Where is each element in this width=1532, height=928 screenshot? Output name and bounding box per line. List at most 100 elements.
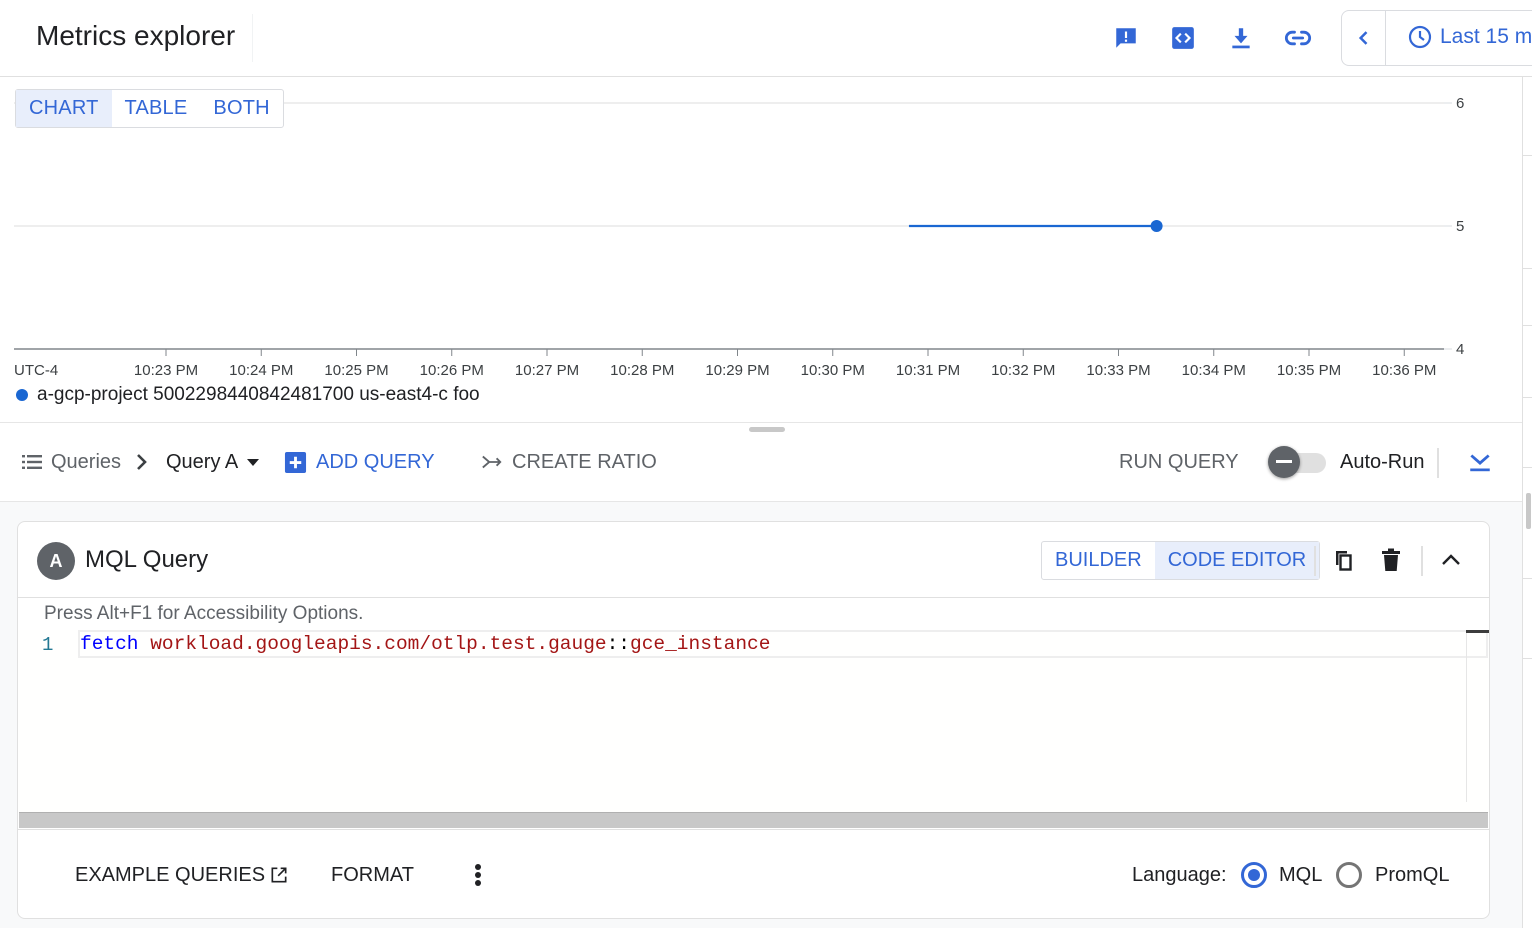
- strip-divider: [1522, 658, 1532, 659]
- x-tick-label: 10:30 PM: [801, 362, 865, 379]
- x-tick-label: 10:27 PM: [515, 362, 579, 379]
- query-toolbar: Queries Query A ADD QUERY CREATE RATIO R…: [0, 422, 1522, 502]
- tab-both[interactable]: BOTH: [200, 90, 282, 127]
- y-tick-label: 5: [1456, 218, 1464, 235]
- create-ratio-label: CREATE RATIO: [512, 450, 657, 473]
- strip-divider: [1522, 397, 1532, 398]
- accessibility-hint: Press Alt+F1 for Accessibility Options.: [44, 603, 364, 624]
- collapse-editor-button[interactable]: [1467, 423, 1493, 501]
- list-icon: [22, 455, 42, 469]
- x-tick-label: 10:33 PM: [1086, 362, 1150, 379]
- language-option-promql[interactable]: PromQL: [1336, 830, 1450, 918]
- code-separator: ::: [606, 633, 630, 655]
- code-editor-tab[interactable]: CODE EDITOR: [1154, 542, 1320, 579]
- radio-unselected-icon[interactable]: [1336, 862, 1362, 888]
- title-divider: [252, 14, 253, 62]
- code-line[interactable]: fetch workload.googleapis.com/otlp.test.…: [80, 633, 770, 655]
- breadcrumb-chevron-icon: [134, 423, 150, 501]
- builder-tab[interactable]: BUILDER: [1042, 542, 1155, 579]
- query-card-header: A MQL Query BUILDER CODE EDITOR: [18, 522, 1489, 598]
- add-query-button[interactable]: ADD QUERY: [284, 423, 435, 501]
- example-queries-link[interactable]: EXAMPLE QUERIES: [75, 830, 289, 918]
- line-number: 1: [42, 634, 54, 656]
- header-divider: [1421, 546, 1423, 576]
- header-divider: [1314, 546, 1316, 576]
- strip-divider: [1522, 325, 1532, 326]
- y-tick-label: 4: [1456, 341, 1464, 358]
- copy-query-button[interactable]: [1328, 544, 1360, 576]
- feedback-icon[interactable]: [1112, 24, 1140, 52]
- time-range-selector[interactable]: Last 15 m: [1341, 10, 1532, 66]
- chart-legend: a-gcp-project 5002298440842481700 us-eas…: [16, 384, 480, 406]
- query-card-title: MQL Query: [85, 546, 209, 573]
- run-query-button[interactable]: RUN QUERY: [1119, 423, 1239, 501]
- y-tick-label: 6: [1456, 95, 1464, 112]
- radio-selected-icon[interactable]: [1241, 862, 1267, 888]
- add-box-icon: [284, 451, 307, 473]
- x-tick-label: 10:35 PM: [1277, 362, 1341, 379]
- time-back-button[interactable]: [1342, 11, 1386, 65]
- page-scrollbar-thumb[interactable]: [1526, 493, 1531, 529]
- auto-run-toggle[interactable]: [1268, 446, 1326, 478]
- language-option-mql[interactable]: MQL: [1241, 830, 1323, 918]
- copy-icon: [1336, 551, 1352, 571]
- toggle-thumb: [1268, 446, 1300, 478]
- editor-overview-marker: [1466, 630, 1489, 633]
- collapse-card-button[interactable]: [1435, 544, 1467, 576]
- auto-run-label: Auto-Run: [1340, 450, 1425, 473]
- chevron-left-icon: [1358, 31, 1367, 45]
- chevron-down-bar-icon: [1470, 454, 1490, 472]
- queries-label: Queries: [51, 450, 122, 473]
- x-tick-label: 10:29 PM: [705, 362, 769, 379]
- add-query-label: ADD QUERY: [316, 450, 435, 473]
- time-range-label: Last 15 m: [1440, 25, 1532, 48]
- strip-divider: [1522, 268, 1532, 269]
- promql-label: PromQL: [1375, 863, 1450, 886]
- x-tick-label: 10:32 PM: [991, 362, 1055, 379]
- query-card-footer: EXAMPLE QUERIES FORMAT Language: MQL Pro…: [18, 829, 1489, 918]
- tab-table[interactable]: TABLE: [112, 90, 201, 127]
- x-tick-label: 10:26 PM: [420, 362, 484, 379]
- merge-arrow-icon: [482, 455, 502, 469]
- code-icon[interactable]: [1169, 24, 1197, 52]
- x-tick-label: 10:36 PM: [1372, 362, 1436, 379]
- clock-icon: [1408, 25, 1432, 49]
- more-options-button[interactable]: [470, 830, 486, 918]
- create-ratio-button[interactable]: CREATE RATIO: [481, 423, 657, 501]
- editor-mode-toggle: BUILDER CODE EDITOR: [1041, 541, 1321, 580]
- download-icon[interactable]: [1227, 24, 1255, 52]
- format-button[interactable]: FORMAT: [331, 830, 414, 918]
- chevron-up-icon: [1442, 554, 1460, 565]
- language-label: Language:: [1132, 863, 1227, 886]
- x-tick-label: 10:23 PM: [134, 362, 198, 379]
- resize-drag-handle[interactable]: [749, 427, 785, 432]
- strip-divider: [1522, 155, 1532, 156]
- code-editor[interactable]: 1 fetch workload.googleapis.com/otlp.tes…: [18, 630, 1489, 814]
- query-card: A MQL Query BUILDER CODE EDITOR Press Al…: [17, 521, 1490, 919]
- x-tick-label: 10:34 PM: [1182, 362, 1246, 379]
- minus-icon: [1276, 460, 1292, 463]
- caret-down-icon: [247, 459, 260, 466]
- query-selector-label: Query A: [166, 450, 239, 473]
- link-icon[interactable]: [1284, 24, 1312, 52]
- delete-query-button[interactable]: [1375, 544, 1407, 576]
- legend-label[interactable]: a-gcp-project 5002298440842481700 us-eas…: [37, 384, 480, 406]
- external-link-icon: [271, 867, 287, 883]
- x-tick-label: 10:28 PM: [610, 362, 674, 379]
- queries-breadcrumb[interactable]: Queries: [20, 423, 121, 501]
- mql-label: MQL: [1279, 863, 1323, 886]
- query-selector-dropdown[interactable]: Query A: [166, 423, 262, 501]
- data-point: [1150, 220, 1163, 232]
- example-queries-label: EXAMPLE QUERIES: [75, 863, 266, 886]
- timezone-label: UTC-4: [14, 362, 58, 379]
- time-range-button[interactable]: Last 15 m: [1408, 25, 1532, 49]
- x-tick-label: 10:24 PM: [229, 362, 293, 379]
- page-header: Metrics explorer Last 15 m: [0, 0, 1532, 77]
- trash-icon: [1382, 548, 1400, 571]
- tab-chart[interactable]: CHART: [16, 90, 112, 127]
- editor-horizontal-scrollbar[interactable]: [19, 812, 1488, 828]
- x-tick-label: 10:25 PM: [324, 362, 388, 379]
- code-keyword: fetch: [80, 633, 139, 655]
- code-resource: gce_instance: [630, 633, 771, 655]
- toolbar-divider: [1437, 448, 1439, 478]
